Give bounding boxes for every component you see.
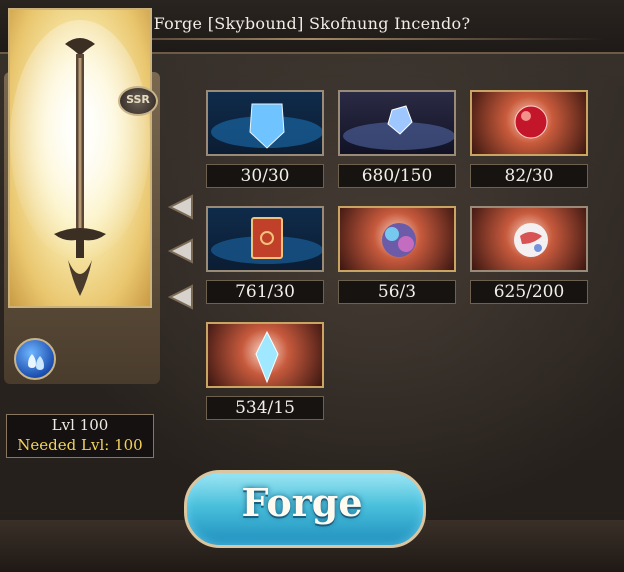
arrow-left-icon (166, 282, 196, 312)
arrow-left-icon (166, 236, 196, 266)
ssr-badge: SSR (118, 86, 158, 116)
material-count: 534/15 (206, 396, 324, 420)
weapon-level-box: Lvl 100 Needed Lvl: 100 (6, 414, 154, 458)
blue-crystal-shield-icon (211, 103, 322, 149)
weapon-image (8, 8, 152, 308)
material-count: 680/150 (338, 164, 456, 188)
material-rainbow-orb[interactable] (338, 206, 456, 272)
water-element-icon (14, 338, 56, 380)
rainbow-orb-icon (382, 223, 416, 257)
red-book-icon (211, 217, 322, 264)
material-blue-gem-crystal[interactable] (338, 90, 456, 156)
red-orb-icon (514, 105, 548, 139)
forge-button-label[interactable]: Forge (184, 480, 420, 525)
material-count: 761/30 (206, 280, 324, 304)
arrow-left-icon (166, 192, 196, 222)
material-red-book[interactable] (206, 206, 324, 272)
material-blue-crystal-shield[interactable] (206, 90, 324, 156)
needed-level: Needed Lvl: 100 (17, 436, 143, 454)
red-marble-orb-icon (514, 223, 548, 257)
material-count: 56/3 (338, 280, 456, 304)
material-red-orb[interactable] (470, 90, 588, 156)
material-count: 625/200 (470, 280, 588, 304)
light-blue-crystal-icon (255, 330, 279, 384)
sword-icon (10, 20, 150, 296)
material-light-blue-crystal[interactable] (206, 322, 324, 388)
material-count: 30/30 (206, 164, 324, 188)
material-count: 82/30 (470, 164, 588, 188)
blue-gem-crystal-icon (343, 105, 454, 150)
material-red-marble-orb[interactable] (470, 206, 588, 272)
forge-button-wrap: Forge (162, 458, 442, 554)
weapon-level: Lvl 100 (51, 416, 109, 434)
